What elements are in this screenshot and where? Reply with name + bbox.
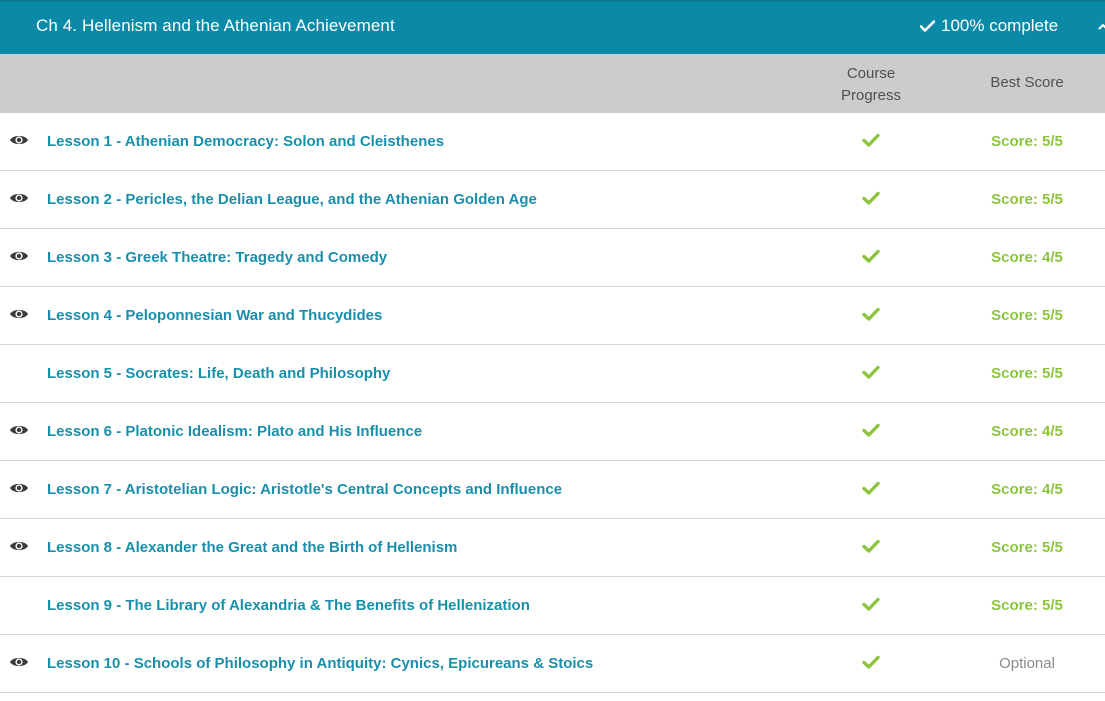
lesson-link[interactable]: Lesson 10 - Schools of Philosophy in Ant… xyxy=(47,655,593,672)
chevron-up-icon[interactable] xyxy=(1098,22,1105,32)
lesson-link[interactable]: Lesson 5 - Socrates: Life, Death and Phi… xyxy=(47,365,390,382)
checkmark-icon xyxy=(862,133,880,147)
lesson-link[interactable]: Lesson 6 - Platonic Idealism: Plato and … xyxy=(47,423,422,440)
column-header-bar: Course Progress Best Score xyxy=(0,54,1105,113)
lesson-link[interactable]: Lesson 8 - Alexander the Great and the B… xyxy=(47,539,457,556)
lesson-row-5: Lesson 5 - Socrates: Life, Death and Phi… xyxy=(0,345,1105,403)
eye-icon xyxy=(10,483,28,493)
eye-icon xyxy=(10,657,28,667)
checkmark-icon xyxy=(862,655,880,669)
checkmark-icon xyxy=(862,249,880,263)
eye-icon xyxy=(10,193,28,203)
lesson-score: Score: 4/5 xyxy=(991,481,1063,498)
eye-icon xyxy=(10,309,28,319)
chapter-header[interactable]: Ch 4. Hellenism and the Athenian Achieve… xyxy=(0,0,1105,54)
checkmark-icon xyxy=(862,365,880,379)
lesson-row-3: Lesson 3 - Greek Theatre: Tragedy and Co… xyxy=(0,229,1105,287)
lesson-row-10: Lesson 10 - Schools of Philosophy in Ant… xyxy=(0,635,1105,693)
eye-icon xyxy=(10,251,28,261)
best-score-header: Best Score xyxy=(990,74,1064,91)
lesson-link[interactable]: Lesson 9 - The Library of Alexandria & T… xyxy=(47,597,530,614)
lesson-score: Score: 5/5 xyxy=(991,597,1063,614)
lesson-row-4: Lesson 4 - Peloponnesian War and Thucydi… xyxy=(0,287,1105,345)
lesson-link[interactable]: Lesson 2 - Pericles, the Delian League, … xyxy=(47,191,537,208)
lesson-score: Score: 4/5 xyxy=(991,249,1063,266)
chapter-title: Ch 4. Hellenism and the Athenian Achieve… xyxy=(36,16,395,35)
lesson-row-2: Lesson 2 - Pericles, the Delian League, … xyxy=(0,171,1105,229)
lesson-score: Score: 5/5 xyxy=(991,307,1063,324)
lesson-score: Optional xyxy=(999,655,1055,672)
checkmark-icon xyxy=(920,20,935,32)
checkmark-icon xyxy=(862,539,880,553)
lesson-row-1: Lesson 1 - Athenian Democracy: Solon and… xyxy=(0,113,1105,171)
checkmark-icon xyxy=(862,423,880,437)
chapter-status: 100% complete xyxy=(920,16,1058,36)
lesson-row-6: Lesson 6 - Platonic Idealism: Plato and … xyxy=(0,403,1105,461)
checkmark-icon xyxy=(862,481,880,495)
completion-text: 100% complete xyxy=(941,16,1059,35)
lesson-link[interactable]: Lesson 3 - Greek Theatre: Tragedy and Co… xyxy=(47,249,387,266)
eye-icon xyxy=(10,541,28,551)
lesson-score: Score: 5/5 xyxy=(991,133,1063,150)
course-progress-header-line2: Progress xyxy=(840,87,902,104)
lesson-row-9: Lesson 9 - The Library of Alexandria & T… xyxy=(0,577,1105,635)
lesson-link[interactable]: Lesson 4 - Peloponnesian War and Thucydi… xyxy=(47,307,382,324)
checkmark-icon xyxy=(862,191,880,205)
eye-icon xyxy=(10,425,28,435)
course-progress-header: Course Progress xyxy=(821,63,921,107)
course-progress-header-line1: Course xyxy=(846,65,896,82)
lesson-row-7: Lesson 7 - Aristotelian Logic: Aristotle… xyxy=(0,461,1105,519)
lesson-score: Score: 5/5 xyxy=(991,191,1063,208)
lesson-link[interactable]: Lesson 7 - Aristotelian Logic: Aristotle… xyxy=(47,481,562,498)
eye-icon xyxy=(10,135,28,145)
lesson-link[interactable]: Lesson 1 - Athenian Democracy: Solon and… xyxy=(47,133,444,150)
lesson-row-8: Lesson 8 - Alexander the Great and the B… xyxy=(0,519,1105,577)
lesson-score: Score: 5/5 xyxy=(991,365,1063,382)
checkmark-icon xyxy=(862,307,880,321)
lesson-score: Score: 4/5 xyxy=(991,423,1063,440)
lesson-list: Lesson 1 - Athenian Democracy: Solon and… xyxy=(0,113,1105,693)
checkmark-icon xyxy=(862,597,880,611)
lesson-score: Score: 5/5 xyxy=(991,539,1063,556)
